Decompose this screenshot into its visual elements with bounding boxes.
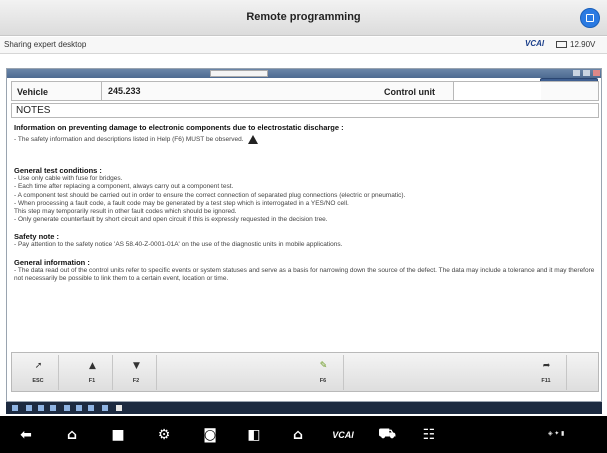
safety-heading: Safety note : — [14, 232, 60, 242]
title-bar: Remote programming — [0, 0, 607, 36]
battery-icon — [556, 41, 567, 48]
taskbar-app-icon[interactable] — [102, 405, 108, 411]
notes-document: Information on preventing damage to elec… — [14, 123, 598, 283]
start-icon[interactable] — [12, 405, 18, 411]
vehicle-label: Vehicle — [17, 87, 49, 97]
function-key-bar: ➚ ESC ▲ F1 ▼ F2 ✎ F6 ➦ F11 — [11, 352, 599, 392]
sharing-status: Sharing expert desktop — [4, 40, 87, 49]
taskbar-app-icon[interactable] — [64, 405, 70, 411]
home-icon[interactable]: ⌂ — [62, 425, 82, 445]
taskbar-app-icon[interactable] — [50, 405, 56, 411]
voltage-readout: 12.90V — [570, 40, 596, 49]
camera-icon[interactable]: ◙ — [200, 425, 220, 445]
f2-key[interactable]: ▼ F2 — [116, 355, 157, 390]
remote-desktop-view[interactable]: Vehicle 245.233 Control unit NOTES Infor… — [6, 68, 602, 402]
esc-key[interactable]: ➚ ESC — [18, 355, 59, 390]
android-nav-bar: ⬅ ⌂ ■ ⚙ ◙ ◧ ⌂ VCAl ⛟ ☷ ◈ ✦ ▮ — [0, 416, 607, 453]
general-heading: General test conditions : — [14, 166, 102, 176]
exit-icon: ➚ — [34, 361, 43, 371]
general-line: - Only generate counterfault by short ci… — [14, 216, 328, 224]
window-title: Remote programming — [246, 11, 361, 23]
screen: Remote programming Sharing expert deskto… — [0, 0, 607, 453]
control-unit-label: Control unit — [384, 87, 435, 97]
back-icon[interactable]: ⬅ — [16, 425, 36, 445]
f11-key[interactable]: ➦ F11 — [526, 355, 567, 390]
general-line: - A component test should be carried out… — [14, 191, 406, 199]
taskbar-app-icon[interactable] — [76, 405, 82, 411]
vci-nav-button[interactable]: VCAl — [330, 425, 356, 445]
divider — [101, 82, 102, 100]
vci-indicator: VCAl — [525, 39, 545, 48]
general-line: - Each time after replacing a component,… — [14, 183, 234, 191]
vehicle-row: Vehicle 245.233 Control unit — [11, 81, 599, 101]
general-line: - When processing a fault code, a fault … — [14, 199, 349, 207]
f1-key[interactable]: ▲ F1 — [72, 355, 113, 390]
f6-key[interactable]: ✎ F6 — [303, 355, 344, 390]
vehicle-value: 245.233 — [108, 86, 141, 96]
arrow-up-icon: ▲ — [89, 361, 96, 371]
esd-warning-icon — [247, 135, 258, 144]
tool-icon: ➦ — [542, 361, 551, 371]
arrow-down-icon: ▼ — [133, 361, 140, 371]
safety-text: - Pay attention to the safety notice 'AS… — [14, 241, 343, 249]
close-icon[interactable] — [593, 70, 600, 76]
status-row: Sharing expert desktop VCAl 12.90V — [0, 37, 607, 54]
info-heading: General information : — [14, 257, 90, 267]
esd-heading: Information on preventing damage to elec… — [14, 123, 344, 132]
general-line: This step may temporarily result in othe… — [14, 208, 237, 216]
taskbar-app-icon[interactable] — [116, 405, 122, 411]
network-icon[interactable]: ☷ — [419, 425, 439, 445]
help-bulb-icon: ✎ — [319, 361, 328, 371]
minimize-icon[interactable] — [573, 70, 580, 76]
screen-switch-icon[interactable]: ◧ — [244, 425, 264, 445]
general-line: - Use only cable with fuse for bridges. — [14, 175, 123, 183]
taskbar-app-icon[interactable] — [88, 405, 94, 411]
taskbar-app-icon[interactable] — [26, 405, 32, 411]
menu-button[interactable] — [580, 8, 600, 28]
info-text: - The data read out of the control units… — [14, 266, 595, 282]
window-icon — [586, 14, 594, 22]
remote-popup — [210, 70, 268, 77]
control-unit-field — [453, 82, 541, 100]
maximize-icon[interactable] — [583, 70, 590, 76]
remote-taskbar — [6, 402, 602, 414]
esd-text: - The safety information and description… — [14, 132, 598, 144]
notes-title: NOTES — [16, 105, 51, 116]
settings-icon[interactable]: ⚙ — [154, 425, 174, 445]
recent-apps-icon[interactable]: ■ — [108, 425, 128, 445]
taskbar-app-icon[interactable] — [38, 405, 44, 411]
remote-window-titlebar — [7, 69, 601, 78]
home-building-icon[interactable]: ⌂ — [288, 425, 308, 445]
car-icon[interactable]: ⛟ — [377, 425, 397, 445]
system-tray: ◈ ✦ ▮ — [548, 431, 565, 437]
notes-header: NOTES — [11, 103, 599, 118]
